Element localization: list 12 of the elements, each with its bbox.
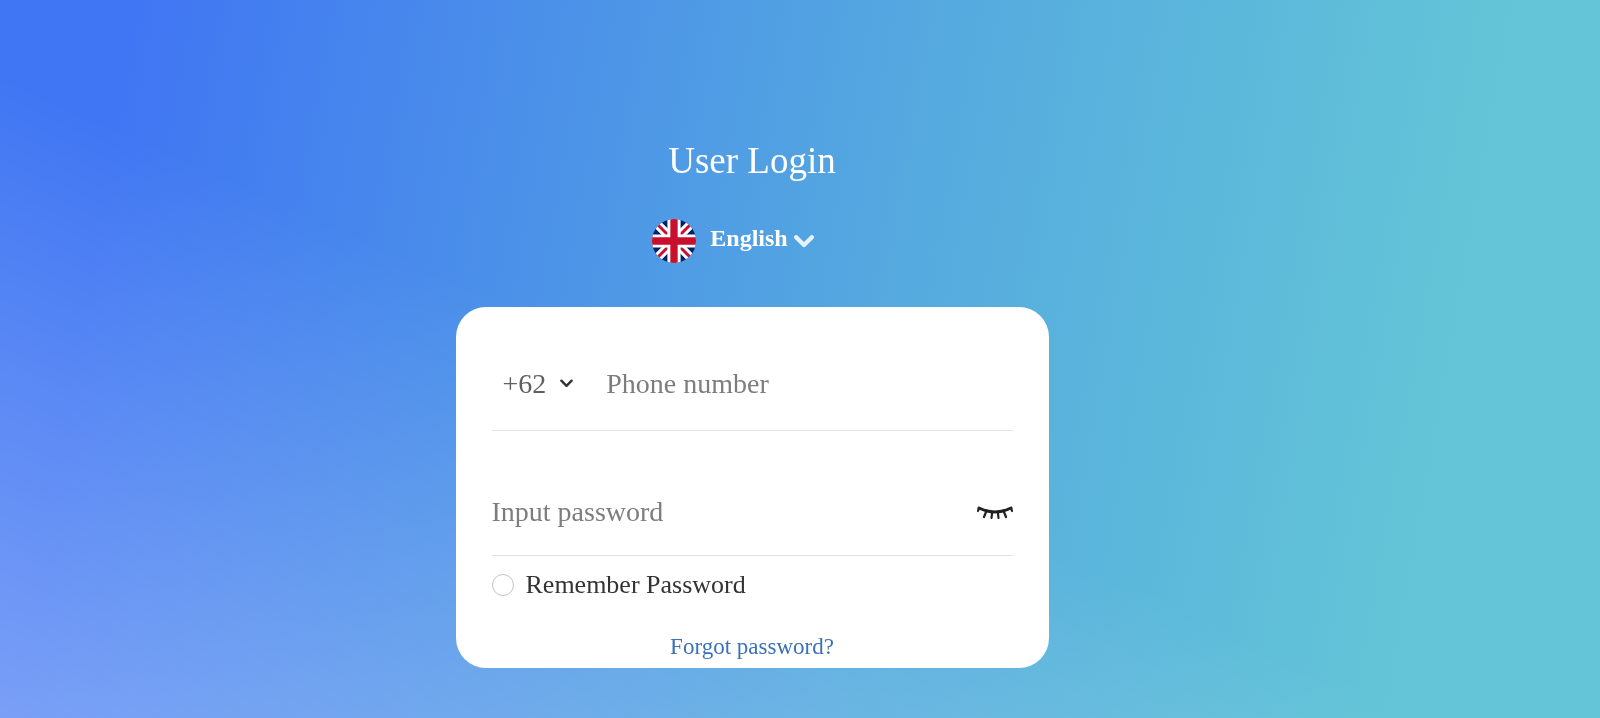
page-title: User Login [668, 139, 836, 183]
remember-password-radio[interactable] [491, 574, 514, 596]
country-code-select[interactable]: +62 [491, 365, 580, 402]
caret-icon [793, 234, 814, 248]
forgot-password-link[interactable]: Forgot password? [670, 632, 834, 662]
password-field[interactable]: Input password [491, 492, 977, 532]
phone-number-field[interactable]: Phone number [606, 363, 1013, 404]
remember-password-label: Remember Password [525, 569, 746, 601]
language-selector[interactable]: English [652, 219, 814, 263]
caret-icon [560, 379, 574, 388]
closed-eye-icon[interactable] [976, 505, 1013, 519]
flag-icon [652, 219, 697, 263]
